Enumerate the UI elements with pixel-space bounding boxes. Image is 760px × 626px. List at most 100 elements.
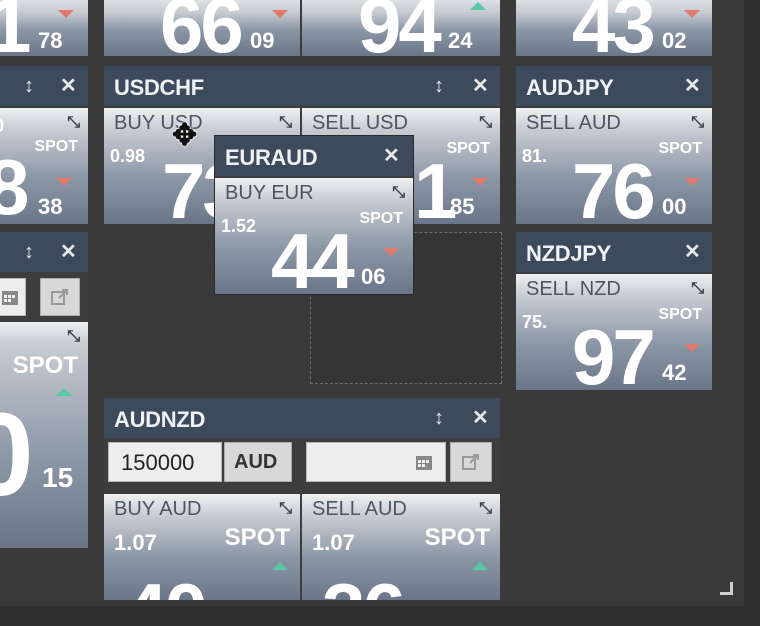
rate-big: 40 — [124, 572, 208, 600]
amount-value: 150000 — [121, 450, 195, 475]
pin-icon[interactable]: ⤡ — [67, 114, 80, 132]
currency-label: AUD — [234, 451, 278, 473]
side-label: SELL AUD — [526, 112, 621, 134]
rate-small: 15 — [42, 462, 74, 493]
tile-header[interactable]: EURAUD ✕ — [215, 136, 413, 176]
rate-small: 00 — [662, 194, 687, 219]
down-arrow-icon — [684, 344, 700, 352]
rate-big: 66 — [160, 0, 244, 56]
tile-left-mid: ↕ ✕ ⤡ 0 SPOT 8 38 — [0, 66, 88, 224]
close-icon[interactable]: ✕ — [472, 76, 489, 96]
rate-small: 02 — [662, 28, 687, 53]
rate-big: 97 — [572, 313, 656, 390]
up-arrow-icon — [272, 562, 288, 570]
amount-input[interactable]: 150000 — [108, 442, 222, 482]
down-arrow-icon — [56, 178, 72, 186]
tile-left-low: ↕ ✕ ⤡ SPOT 0 15 — [0, 232, 88, 548]
pin-icon[interactable]: ⤡ — [691, 114, 704, 132]
sell-panel[interactable]: SELL NZD ⤡ 75. SPOT 97 42 — [516, 274, 712, 390]
buy-panel[interactable]: ⤡ 0 SPOT 8 38 — [0, 108, 88, 224]
rate-small: 24 — [448, 28, 473, 53]
popout-button[interactable] — [450, 442, 492, 482]
side-label: SELL AUD — [312, 498, 407, 520]
pin-icon[interactable]: ⤡ — [479, 500, 492, 518]
down-arrow-icon — [472, 178, 488, 186]
sell-panel[interactable]: SELL AUD ⤡ 81. SPOT 76 00 — [516, 108, 712, 224]
tile-euraud-dragging[interactable]: EURAUD ✕ BUY EUR ⤡ 1.52 SPOT 44 06 — [215, 136, 413, 294]
pin-icon[interactable]: ⤡ — [392, 184, 405, 202]
tile-top-left: 1 78 — [0, 0, 88, 56]
rate-prefix: 1.07 — [312, 530, 355, 555]
rate-big: 1 — [414, 147, 457, 224]
side-label: SELL USD — [312, 112, 408, 134]
spot-label: SPOT — [658, 140, 702, 157]
rate-small: 78 — [38, 28, 63, 53]
side-label: SELL NZD — [526, 278, 621, 300]
calendar-icon[interactable] — [1, 288, 19, 306]
tile-header[interactable]: ↕ ✕ — [0, 232, 88, 272]
resize-grip-icon[interactable] — [720, 582, 733, 595]
rate-small: 38 — [38, 194, 63, 219]
buy-panel[interactable]: BUY AUD ⤡ 1.07 SPOT 40 — [104, 494, 300, 600]
tile-header[interactable]: USDCHF ↕ ✕ — [104, 66, 500, 106]
rate-prefix: 1.52 — [221, 216, 257, 236]
close-icon[interactable]: ✕ — [60, 76, 77, 96]
pin-icon[interactable]: ⤡ — [691, 280, 704, 298]
close-icon[interactable]: ✕ — [684, 242, 701, 262]
move-icon[interactable]: ↕ — [24, 76, 34, 96]
popout-button[interactable] — [40, 278, 80, 316]
tile-header[interactable]: ↕ ✕ — [0, 66, 88, 106]
currency-button[interactable]: AUD — [224, 442, 292, 482]
spot-label: SPOT — [424, 524, 490, 551]
rate-prefix: 81. — [522, 146, 548, 166]
pin-icon[interactable]: ⤡ — [279, 500, 292, 518]
side-label: BUY AUD — [114, 498, 202, 520]
spot-label: SPOT — [658, 306, 702, 323]
sell-panel[interactable]: 94 24 — [302, 0, 500, 56]
tile-header[interactable]: NZDJPY ✕ — [516, 232, 712, 272]
up-arrow-icon — [470, 2, 486, 10]
close-icon[interactable]: ✕ — [684, 76, 701, 96]
rate-big: 76 — [572, 147, 656, 224]
move-icon[interactable]: ↕ — [24, 242, 34, 262]
tile-header[interactable]: AUDNZD ↕ ✕ — [104, 398, 500, 438]
move-icon[interactable]: ↕ — [434, 76, 444, 96]
sell-panel[interactable]: ⤡ SPOT 0 15 — [0, 322, 88, 548]
close-icon[interactable]: ✕ — [472, 408, 489, 428]
pin-icon[interactable]: ⤡ — [279, 114, 292, 132]
close-icon[interactable]: ✕ — [383, 146, 400, 166]
tile-title: AUDNZD — [114, 407, 206, 432]
pin-icon[interactable]: ⤡ — [479, 114, 492, 132]
sell-panel[interactable]: 43 02 — [516, 0, 712, 56]
tile-audnzd: AUDNZD ↕ ✕ 150000 AUD BUY AUD ⤡ 1.07 SPO… — [104, 398, 500, 600]
down-arrow-icon — [58, 10, 74, 18]
buy-panel[interactable]: BUY EUR ⤡ 1.52 SPOT 44 06 — [215, 178, 413, 294]
tile-title: USDCHF — [114, 75, 204, 100]
popout-icon — [51, 289, 68, 305]
rate-prefix: 0.98 — [110, 146, 146, 166]
pin-icon[interactable]: ⤡ — [67, 328, 80, 346]
rate-big: 44 — [271, 217, 355, 294]
move-icon[interactable]: ↕ — [434, 408, 444, 428]
spot-label: SPOT — [359, 210, 403, 227]
spot-label: SPOT — [224, 524, 290, 551]
tile-title: EURAUD — [225, 145, 318, 170]
date-field[interactable] — [306, 442, 446, 482]
tile-top-right: 43 02 — [516, 0, 712, 56]
buy-panel[interactable]: 66 09 — [104, 0, 300, 56]
tile-header[interactable]: AUDJPY ✕ — [516, 66, 712, 106]
close-icon[interactable]: ✕ — [60, 242, 77, 262]
sell-panel[interactable]: SELL AUD ⤡ 1.07 SPOT 36 — [302, 494, 500, 600]
move-cursor-icon: ✥ — [172, 119, 198, 152]
spot-label: SPOT — [34, 138, 78, 155]
up-arrow-icon — [472, 562, 488, 570]
calendar-icon[interactable] — [415, 453, 433, 471]
tile-title: AUDJPY — [526, 75, 614, 100]
down-arrow-icon — [383, 248, 399, 256]
down-arrow-icon — [272, 10, 288, 18]
tile-body: ⤡ SPOT 0 15 — [0, 272, 88, 548]
date-field[interactable] — [0, 278, 26, 316]
tile-top-mid: 66 09 94 24 — [104, 0, 500, 56]
tile-nzdjpy: NZDJPY ✕ SELL NZD ⤡ 75. SPOT 97 42 — [516, 232, 712, 390]
rate-prefix: 75. — [522, 312, 548, 332]
